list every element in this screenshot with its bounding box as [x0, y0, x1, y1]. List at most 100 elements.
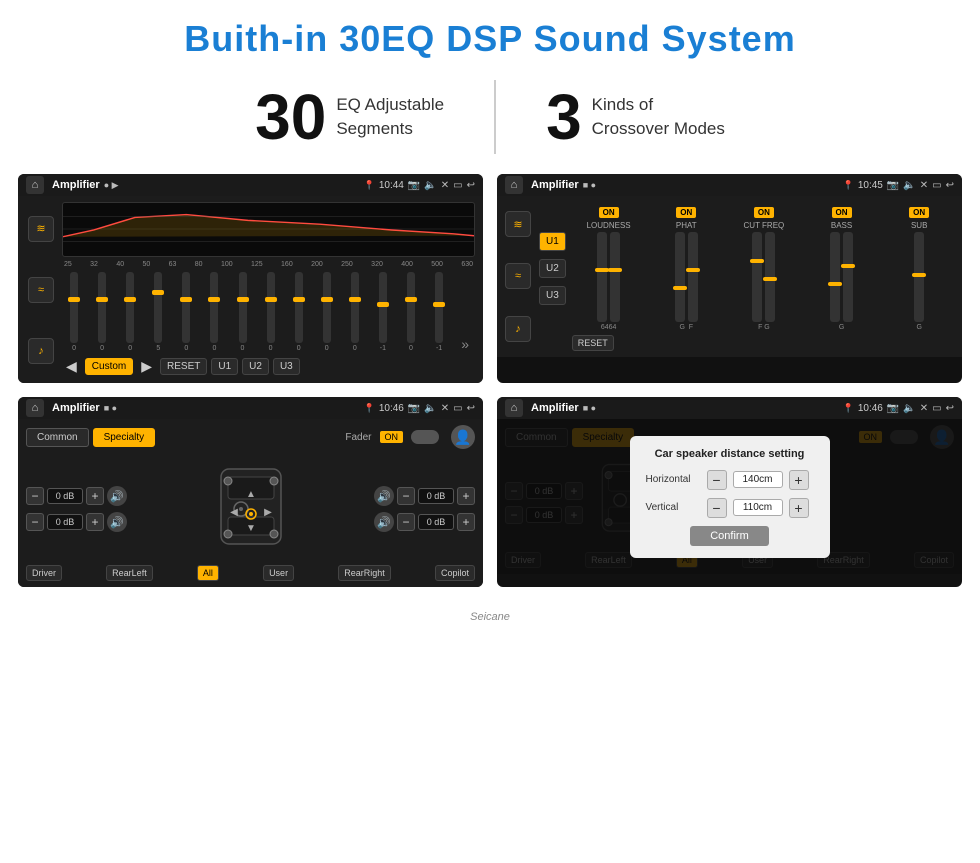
- confirm-button[interactable]: Confirm: [690, 526, 769, 546]
- u3-btn[interactable]: U3: [273, 358, 300, 375]
- slider-3[interactable]: 5: [146, 272, 170, 352]
- reset-btn-2[interactable]: RESET: [572, 335, 614, 351]
- u1-btn[interactable]: U1: [211, 358, 238, 375]
- xo-track-cf1[interactable]: [752, 232, 762, 322]
- prev-arrow[interactable]: ◀: [62, 358, 81, 375]
- db-plus-br[interactable]: +: [457, 513, 475, 531]
- xo-track-cf2[interactable]: [765, 232, 775, 322]
- location-icon-4: 📍: [843, 403, 854, 414]
- xo-track-b2[interactable]: [843, 232, 853, 322]
- eq-icon-btn[interactable]: ≋: [28, 216, 54, 242]
- tab-specialty-3[interactable]: Specialty: [93, 428, 156, 447]
- home-icon-1[interactable]: ⌂: [26, 176, 44, 194]
- spk-rearleft[interactable]: RearLeft: [106, 565, 153, 581]
- db-minus-tr[interactable]: −: [397, 487, 415, 505]
- slider-2[interactable]: 0: [118, 272, 142, 352]
- xo-track-l1[interactable]: [597, 232, 607, 322]
- xo-track-sub: G: [882, 232, 956, 331]
- close-icon-4[interactable]: ✕: [920, 403, 928, 414]
- minimize-icon-4[interactable]: ▭: [932, 403, 941, 414]
- db-plus-bl[interactable]: +: [86, 513, 104, 531]
- u2-btn[interactable]: U2: [242, 358, 269, 375]
- close-icon-1[interactable]: ✕: [441, 180, 449, 191]
- xo-track-p1[interactable]: [675, 232, 685, 322]
- tab-common-3[interactable]: Common: [26, 428, 89, 447]
- slider-9[interactable]: 0: [315, 272, 339, 352]
- back-icon-2[interactable]: ↩: [946, 180, 954, 191]
- expand-icon[interactable]: »: [455, 336, 475, 352]
- camera-icon-4: 📷: [887, 403, 899, 414]
- horizontal-minus[interactable]: −: [707, 470, 727, 490]
- screen-eq: ⌂ Amplifier ● ▶ 📍 10:44 📷 🔈 ✕ ▭ ↩ ≋ ≈ ♪: [18, 174, 483, 383]
- db-minus-bl[interactable]: −: [26, 513, 44, 531]
- fader-toggle[interactable]: [411, 430, 439, 444]
- next-arrow[interactable]: ▶: [137, 358, 156, 375]
- slider-13[interactable]: -1: [427, 272, 451, 352]
- vol-icon-btn-2[interactable]: ♪: [505, 316, 531, 342]
- horizontal-plus[interactable]: +: [789, 470, 809, 490]
- speaker-layout: − 0 dB + 🔊 − 0 dB + 🔊: [26, 459, 475, 559]
- slider-8[interactable]: 0: [287, 272, 311, 352]
- slider-10[interactable]: 0: [343, 272, 367, 352]
- vertical-value: 110cm: [733, 499, 783, 516]
- db-minus-br[interactable]: −: [397, 513, 415, 531]
- home-icon-3[interactable]: ⌂: [26, 399, 44, 417]
- close-icon-2[interactable]: ✕: [920, 180, 928, 191]
- slider-6[interactable]: 0: [230, 272, 254, 352]
- on-badge-cutfreq[interactable]: ON: [754, 207, 774, 218]
- xo-track-l2[interactable]: [610, 232, 620, 322]
- home-icon-2[interactable]: ⌂: [505, 176, 523, 194]
- u1-select[interactable]: U1: [539, 232, 566, 251]
- back-icon-4[interactable]: ↩: [946, 403, 954, 414]
- reset-btn-1[interactable]: RESET: [160, 358, 207, 375]
- dialog-overlay: Car speaker distance setting Horizontal …: [497, 419, 962, 574]
- spk-user[interactable]: User: [263, 565, 294, 581]
- db-minus-tl[interactable]: −: [26, 487, 44, 505]
- slider-5[interactable]: 0: [202, 272, 226, 352]
- vertical-plus[interactable]: +: [789, 498, 809, 518]
- db-plus-tr[interactable]: +: [457, 487, 475, 505]
- minimize-icon-1[interactable]: ▭: [453, 180, 462, 191]
- minimize-icon-2[interactable]: ▭: [932, 180, 941, 191]
- time-3: 10:46: [379, 403, 404, 414]
- slider-0[interactable]: 0: [62, 272, 86, 352]
- slider-1[interactable]: 0: [90, 272, 114, 352]
- db-plus-tl[interactable]: +: [86, 487, 104, 505]
- spk-driver[interactable]: Driver: [26, 565, 62, 581]
- stat-crossover-text: Kinds of Crossover Modes: [592, 93, 725, 141]
- u2-select[interactable]: U2: [539, 259, 566, 278]
- back-icon-3[interactable]: ↩: [467, 403, 475, 414]
- on-badge-sub[interactable]: ON: [909, 207, 929, 218]
- on-badge-phat[interactable]: ON: [676, 207, 696, 218]
- xo-track-s1[interactable]: [914, 232, 924, 322]
- stat-crossover-number: 3: [546, 80, 582, 154]
- speaker-icon-tl: 🔊: [107, 486, 127, 506]
- spk-rearright[interactable]: RearRight: [338, 565, 391, 581]
- on-badge-loudness[interactable]: ON: [599, 207, 619, 218]
- seicane-logo: Seicane: [0, 605, 980, 625]
- u3-select[interactable]: U3: [539, 286, 566, 305]
- eq-icon-btn-2[interactable]: ≋: [505, 211, 531, 237]
- slider-12[interactable]: 0: [399, 272, 423, 352]
- time-2: 10:45: [858, 180, 883, 191]
- xo-track-p2[interactable]: [688, 232, 698, 322]
- app-title-2: Amplifier: [531, 179, 579, 191]
- horizontal-value: 140cm: [733, 471, 783, 488]
- close-icon-3[interactable]: ✕: [441, 403, 449, 414]
- wave-icon-btn[interactable]: ≈: [28, 277, 54, 303]
- wave-icon-btn-2[interactable]: ≈: [505, 263, 531, 289]
- xo-track-b1[interactable]: [830, 232, 840, 322]
- slider-11[interactable]: -1: [371, 272, 395, 352]
- spk-all[interactable]: All: [197, 565, 219, 581]
- custom-btn[interactable]: Custom: [85, 358, 133, 375]
- on-badge-bass[interactable]: ON: [832, 207, 852, 218]
- vertical-minus[interactable]: −: [707, 498, 727, 518]
- location-icon-3: 📍: [364, 403, 375, 414]
- back-icon-1[interactable]: ↩: [467, 180, 475, 191]
- spk-copilot[interactable]: Copilot: [435, 565, 475, 581]
- home-icon-4[interactable]: ⌂: [505, 399, 523, 417]
- slider-4[interactable]: 0: [174, 272, 198, 352]
- vol-icon-btn[interactable]: ♪: [28, 338, 54, 364]
- minimize-icon-3[interactable]: ▭: [453, 403, 462, 414]
- slider-7[interactable]: 0: [259, 272, 283, 352]
